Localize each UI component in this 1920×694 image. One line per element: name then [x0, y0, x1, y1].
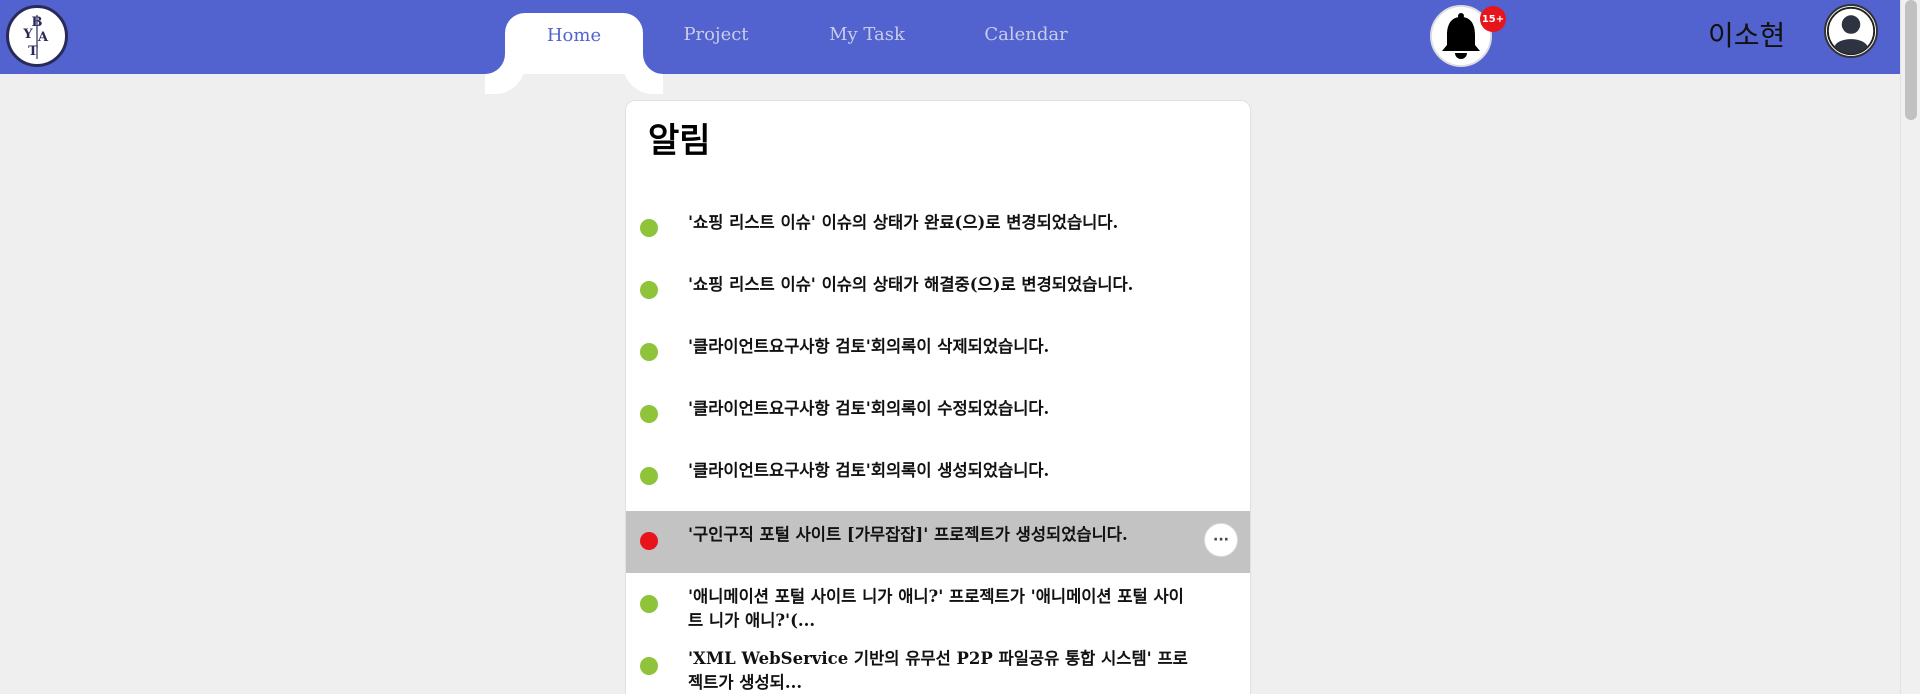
notification-panel: 알림 '쇼핑 리스트 이슈' 이슈의 상태가 완료(으)로 변경되었습니다. '… [625, 100, 1251, 694]
panel-title: 알림 [648, 121, 711, 161]
page-scrollbar[interactable] [1900, 0, 1920, 694]
notification-item[interactable]: 'XML WebService 기반의 유무선 P2P 파일공유 통합 시스템'… [626, 635, 1250, 694]
notification-item[interactable]: '클라이언트요구사항 검토'회의록이 삭제되었습니다. [626, 319, 1250, 381]
notification-text: '쇼핑 리스트 이슈' 이슈의 상태가 완료(으)로 변경되었습니다. [688, 213, 1119, 232]
main-nav: Home Project My Task Calendar [0, 0, 1900, 74]
top-navbar: B Y A T Home Project My Task Calendar 15… [0, 0, 1900, 74]
read-status-dot [640, 467, 658, 485]
more-options-button[interactable]: ··· [1204, 523, 1238, 557]
tab-project[interactable]: Project [646, 24, 786, 45]
tab-my-task[interactable]: My Task [797, 24, 937, 45]
user-avatar-icon [1826, 6, 1876, 56]
notification-text: '클라이언트요구사항 검토'회의록이 수정되었습니다. [688, 399, 1050, 418]
notification-item-highlighted[interactable]: '구인구직 포털 사이트 [가무잡잡]' 프로젝트가 생성되었습니다. ··· [626, 511, 1250, 573]
read-status-dot [640, 281, 658, 299]
notification-text: '애니메이션 포털 사이트 니가 애니?' 프로젝트가 '애니메이션 포털 사이… [688, 587, 1184, 630]
notification-item[interactable]: '클라이언트요구사항 검토'회의록이 수정되었습니다. [626, 381, 1250, 443]
tab-calendar[interactable]: Calendar [956, 24, 1096, 45]
notification-text: '쇼핑 리스트 이슈' 이슈의 상태가 해결중(으)로 변경되었습니다. [688, 275, 1134, 294]
notification-item[interactable]: '쇼핑 리스트 이슈' 이슈의 상태가 완료(으)로 변경되었습니다. [626, 195, 1250, 257]
notification-text: '구인구직 포털 사이트 [가무잡잡]' 프로젝트가 생성되었습니다. [688, 525, 1128, 544]
bell-icon [1442, 13, 1480, 59]
read-status-dot [640, 343, 658, 361]
notification-text: 'XML WebService 기반의 유무선 P2P 파일공유 통합 시스템'… [688, 649, 1188, 692]
read-status-dot [640, 595, 658, 613]
scrollbar-thumb[interactable] [1905, 0, 1917, 120]
user-avatar[interactable] [1824, 4, 1878, 58]
notification-item[interactable]: '클라이언트요구사항 검토'회의록이 생성되었습니다. [626, 443, 1250, 505]
tab-home[interactable]: Home [505, 13, 643, 74]
unread-status-dot [640, 532, 658, 550]
notification-count-badge: 15+ [1480, 6, 1506, 32]
notification-text: '클라이언트요구사항 검토'회의록이 삭제되었습니다. [688, 337, 1050, 356]
notification-item[interactable]: '애니메이션 포털 사이트 니가 애니?' 프로젝트가 '애니메이션 포털 사이… [626, 573, 1250, 635]
notification-item[interactable]: '쇼핑 리스트 이슈' 이슈의 상태가 해결중(으)로 변경되었습니다. [626, 257, 1250, 319]
read-status-dot [640, 405, 658, 423]
read-status-dot [640, 219, 658, 237]
notification-text: '클라이언트요구사항 검토'회의록이 생성되었습니다. [688, 461, 1050, 480]
read-status-dot [640, 657, 658, 675]
user-name[interactable]: 이소현 [1708, 14, 1785, 54]
